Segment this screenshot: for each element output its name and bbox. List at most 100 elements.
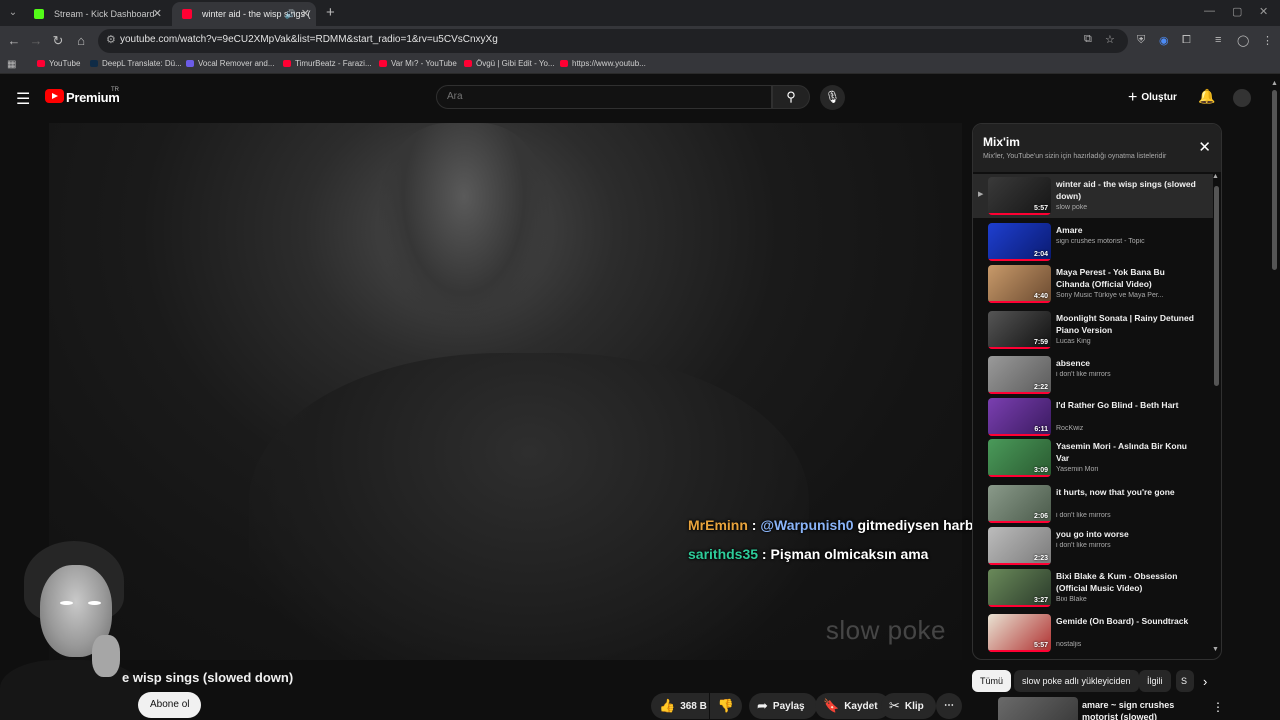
back-icon[interactable]: ←: [6, 33, 22, 48]
bookmark-item[interactable]: Övgü | Gibi Edit - Yo...: [464, 59, 555, 68]
playlist-item-title[interactable]: Moonlight Sonata | Rainy Detuned Piano V…: [1056, 312, 1196, 336]
playlist-thumbnail[interactable]: 3:09: [988, 439, 1051, 477]
playlist-item-title[interactable]: Bixi Blake & Kum - Obsession (Official M…: [1056, 570, 1196, 594]
reload-icon[interactable]: ↻: [50, 33, 66, 49]
playlist-item[interactable]: 2:04 Amare sign crushes motorist - Topic: [973, 220, 1213, 264]
tab-youtube-video[interactable]: winter aid - the wisp sings ( 🔊 ✕: [172, 2, 316, 26]
bookmark-item[interactable]: Var Mı? - YouTube: [379, 59, 457, 68]
playlist-thumbnail[interactable]: 2:06: [988, 485, 1051, 523]
tab-close-icon[interactable]: ✕: [301, 2, 310, 26]
playlist-thumbnail[interactable]: 5:57: [988, 614, 1051, 652]
bookmark-item[interactable]: TimurBeatz - Farazi...: [283, 59, 372, 68]
playlist-thumbnail[interactable]: 2:22: [988, 356, 1051, 394]
minimize-icon[interactable]: —: [1204, 5, 1215, 17]
chip-all[interactable]: Tümü: [972, 670, 1012, 692]
more-options-icon[interactable]: ⋮: [1212, 700, 1224, 714]
playlist-item[interactable]: 6:11 I'd Rather Go Blind - Beth Hart RocKw…: [973, 395, 1213, 439]
playlist-item[interactable]: 2:22 absence i don't like mirrors: [973, 353, 1213, 397]
avatar[interactable]: [1233, 89, 1251, 107]
playlist-thumbnail[interactable]: 7:59: [988, 311, 1051, 349]
playlist-item-title[interactable]: winter aid - the wisp sings (slowed down…: [1056, 178, 1196, 202]
playlist-item-title[interactable]: Gemide (On Board) - Soundtrack: [1056, 615, 1196, 627]
media-controls-icon[interactable]: ≡: [1215, 34, 1221, 46]
forward-icon[interactable]: →: [28, 33, 44, 48]
share-button[interactable]: ➦ Paylaş: [749, 693, 817, 719]
playlist-item-title[interactable]: absence: [1056, 357, 1196, 369]
site-info-icon[interactable]: ⚙: [106, 33, 116, 46]
playlist-item[interactable]: 3:09 Yasemin Mori - Aslında Bir Konu Var Y…: [973, 436, 1213, 480]
playlist-item[interactable]: 5:57 Gemide (On Board) - Soundtrack nostal…: [973, 611, 1213, 655]
chevron-right-icon[interactable]: ›: [1203, 674, 1207, 689]
playlist-thumbnail[interactable]: 2:23: [988, 527, 1051, 565]
bookmark-item[interactable]: https://www.youtub...: [560, 59, 646, 68]
video-player[interactable]: slow poke: [49, 123, 962, 660]
like-button[interactable]: 👍 368 B: [651, 693, 709, 719]
tab-kick-dashboard[interactable]: Stream - Kick Dashboard ✕: [24, 2, 168, 26]
extensions-icon[interactable]: ⧠: [1182, 34, 1191, 47]
subscribe-button[interactable]: Abone ol: [138, 692, 202, 718]
new-tab-button[interactable]: +: [326, 4, 335, 21]
search-input[interactable]: [447, 91, 747, 102]
playlist-thumbnail[interactable]: 5:57: [988, 177, 1051, 215]
playlist-item[interactable]: 2:23 you go into worse i don't like mirror…: [973, 524, 1213, 568]
install-app-icon[interactable]: ⧉: [1084, 33, 1092, 46]
chip-partial[interactable]: S: [1176, 670, 1194, 692]
playlist-thumbnail[interactable]: 4:40: [988, 265, 1051, 303]
close-icon[interactable]: ✕: [1198, 138, 1211, 156]
profile-icon[interactable]: ◯: [1237, 34, 1249, 47]
playlist-item-title[interactable]: Yasemin Mori - Aslında Bir Konu Var: [1056, 440, 1196, 464]
bookmark-star-icon[interactable]: ☆: [1105, 33, 1115, 46]
speaker-icon[interactable]: 🔊: [285, 2, 296, 26]
voice-search-button[interactable]: 🎙: [820, 85, 845, 110]
playlist-thumbnail[interactable]: 2:04: [988, 223, 1051, 261]
playlist-item-title[interactable]: it hurts, now that you're gone: [1056, 486, 1196, 498]
playlist-item-title[interactable]: I'd Rather Go Blind - Beth Hart: [1056, 399, 1196, 411]
save-button[interactable]: 🔖 Kaydet: [815, 693, 890, 719]
scroll-down-icon[interactable]: ▼: [1212, 646, 1219, 653]
chip-from-uploader[interactable]: slow poke adlı yükleyiciden: [1014, 670, 1139, 692]
playlist-item-title[interactable]: you go into worse: [1056, 528, 1196, 540]
hamburger-menu-icon[interactable]: ☰: [16, 89, 30, 109]
tab-search-icon[interactable]: ⌄: [4, 4, 22, 22]
notifications-bell-icon[interactable]: 🔔: [1198, 88, 1215, 105]
clip-button[interactable]: ✂ Klip: [881, 693, 936, 719]
mix-scrollbar[interactable]: ▲ ▼: [1212, 173, 1219, 653]
scroll-up-icon[interactable]: ▲: [1271, 80, 1278, 87]
bookmark-item[interactable]: YouTube: [37, 59, 80, 68]
playlist-item[interactable]: 2:06 it hurts, now that you're gone i don'…: [973, 482, 1213, 526]
playlist-thumbnail[interactable]: 3:27: [988, 569, 1051, 607]
tab-close-icon[interactable]: ✕: [153, 2, 162, 26]
playlist-item-title[interactable]: Maya Perest - Yok Bana Bu Cihanda (Offic…: [1056, 266, 1196, 290]
create-button[interactable]: + Oluştur: [1128, 89, 1177, 107]
playlist-item[interactable]: 3:27 Bixi Blake & Kum - Obsession (Offici…: [973, 566, 1213, 610]
search-button[interactable]: ⚲: [772, 85, 810, 109]
playlist-item[interactable]: ▶ 5:57 winter aid - the wisp sings (slowed…: [973, 174, 1213, 218]
more-actions-button[interactable]: ⋯: [936, 693, 962, 719]
recommended-video-thumbnail[interactable]: [998, 697, 1078, 720]
bookmark-item[interactable]: DeepL Translate: Dü...: [90, 59, 182, 68]
dislike-button[interactable]: 👎: [710, 693, 742, 719]
home-icon[interactable]: ⌂: [73, 33, 89, 48]
scroll-up-icon[interactable]: ▲: [1212, 173, 1219, 180]
playlist-thumbnail[interactable]: 6:11: [988, 398, 1051, 436]
address-bar[interactable]: ⚙ youtube.com/watch?v=9eCU2XMpVak&list=R…: [98, 29, 1128, 53]
mix-scrollbar-thumb[interactable]: [1214, 186, 1219, 386]
page-scrollbar[interactable]: ▲: [1271, 80, 1278, 720]
close-window-icon[interactable]: ✕: [1259, 5, 1268, 18]
search-box[interactable]: [436, 85, 772, 109]
maximize-icon[interactable]: ▢: [1232, 5, 1242, 18]
page-scrollbar-thumb[interactable]: [1272, 90, 1277, 270]
shield-extension-icon[interactable]: ⛨: [1137, 34, 1145, 47]
chip-related[interactable]: İlgili: [1139, 670, 1171, 692]
apps-grid-icon[interactable]: ▦: [7, 59, 16, 70]
playlist-item[interactable]: 4:40 Maya Perest - Yok Bana Bu Cihanda (O…: [973, 262, 1213, 306]
share-label: Paylaş: [772, 701, 805, 712]
youtube-logo-icon[interactable]: [45, 89, 64, 103]
menu-dots-icon[interactable]: ⋮: [1262, 34, 1273, 47]
playlist-item[interactable]: 7:59 Moonlight Sonata | Rainy Detuned Pia…: [973, 308, 1213, 352]
recommended-video-title[interactable]: amare ~ sign crushes motorist (slowed): [1082, 699, 1207, 720]
translate-extension-icon[interactable]: ◉: [1159, 34, 1169, 47]
playlist-item-title[interactable]: Amare: [1056, 224, 1196, 236]
kick-favicon-icon: [34, 9, 44, 19]
bookmark-item[interactable]: Vocal Remover and...: [186, 59, 274, 68]
